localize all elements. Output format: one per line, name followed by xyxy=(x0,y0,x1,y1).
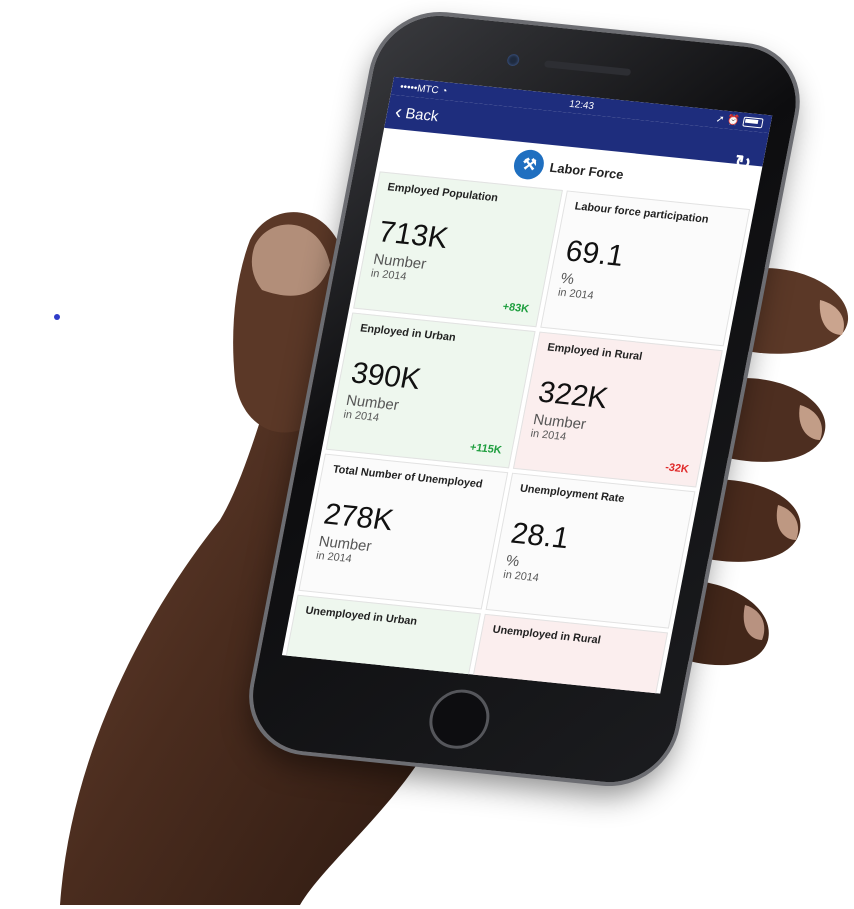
indicator-card[interactable]: Unemployed in Urban xyxy=(281,594,481,694)
home-button[interactable] xyxy=(424,686,495,752)
card-delta: -32K xyxy=(664,461,690,476)
indicator-card[interactable]: Enployed in Urban 390K Number in 2014 +1… xyxy=(325,312,536,469)
refresh-icon[interactable]: ↻ xyxy=(732,150,753,176)
card-title: Enployed in Urban xyxy=(359,322,457,344)
wifi-icon: ◔ xyxy=(440,85,449,97)
back-button[interactable]: ‹ Back xyxy=(393,101,440,126)
card-delta: +83K xyxy=(501,300,530,316)
indicator-card[interactable]: Employed Population 713K Number in 2014 … xyxy=(353,171,563,328)
card-title: Unemployment Rate xyxy=(518,482,626,506)
card-title: Labour force participation xyxy=(573,200,710,226)
chevron-left-icon: ‹ xyxy=(393,101,404,124)
phone-screen: •••••MTC ◔ 12:43 ➚ ⏰ ‹ Back ↻ ⚒ Labor Fo… xyxy=(281,76,773,694)
card-title: Unemployed in Rural xyxy=(491,623,602,647)
indicator-grid: Employed Population 713K Number in 2014 … xyxy=(281,171,754,694)
card-title: Total Number of Unemployed xyxy=(331,463,484,491)
card-title: Employed in Rural xyxy=(546,341,644,363)
card-title: Unemployed in Urban xyxy=(304,604,419,628)
page-title: Labor Force xyxy=(548,159,625,182)
tools-icon: ⚒ xyxy=(511,148,547,181)
status-right-icons: ➚ ⏰ xyxy=(715,113,764,129)
indicator-card[interactable]: Unemployment Rate 28.1 % in 2014 xyxy=(485,472,696,629)
indicator-card[interactable]: Employed in Rural 322K Number in 2014 -3… xyxy=(512,331,723,488)
location-alarm-icons: ➚ ⏰ xyxy=(715,113,741,127)
indicator-card[interactable]: Total Number of Unemployed 278K Number i… xyxy=(298,453,509,610)
earpiece-speaker xyxy=(543,60,632,76)
carrier-group: •••••MTC ◔ xyxy=(399,81,448,97)
battery-icon xyxy=(742,116,764,129)
back-label: Back xyxy=(404,104,440,125)
carrier-label: •••••MTC xyxy=(399,81,440,96)
card-title: Employed Population xyxy=(386,181,499,205)
indicator-card[interactable]: Unemployed in Rural xyxy=(458,613,669,694)
status-time: 12:43 xyxy=(568,98,595,112)
front-camera xyxy=(506,53,521,67)
marketing-scene: •••••MTC ◔ 12:43 ➚ ⏰ ‹ Back ↻ ⚒ Labor Fo… xyxy=(0,0,854,909)
card-delta: +115K xyxy=(468,441,503,457)
indicator-card[interactable]: Labour force participation 69.1 % in 201… xyxy=(540,190,751,347)
